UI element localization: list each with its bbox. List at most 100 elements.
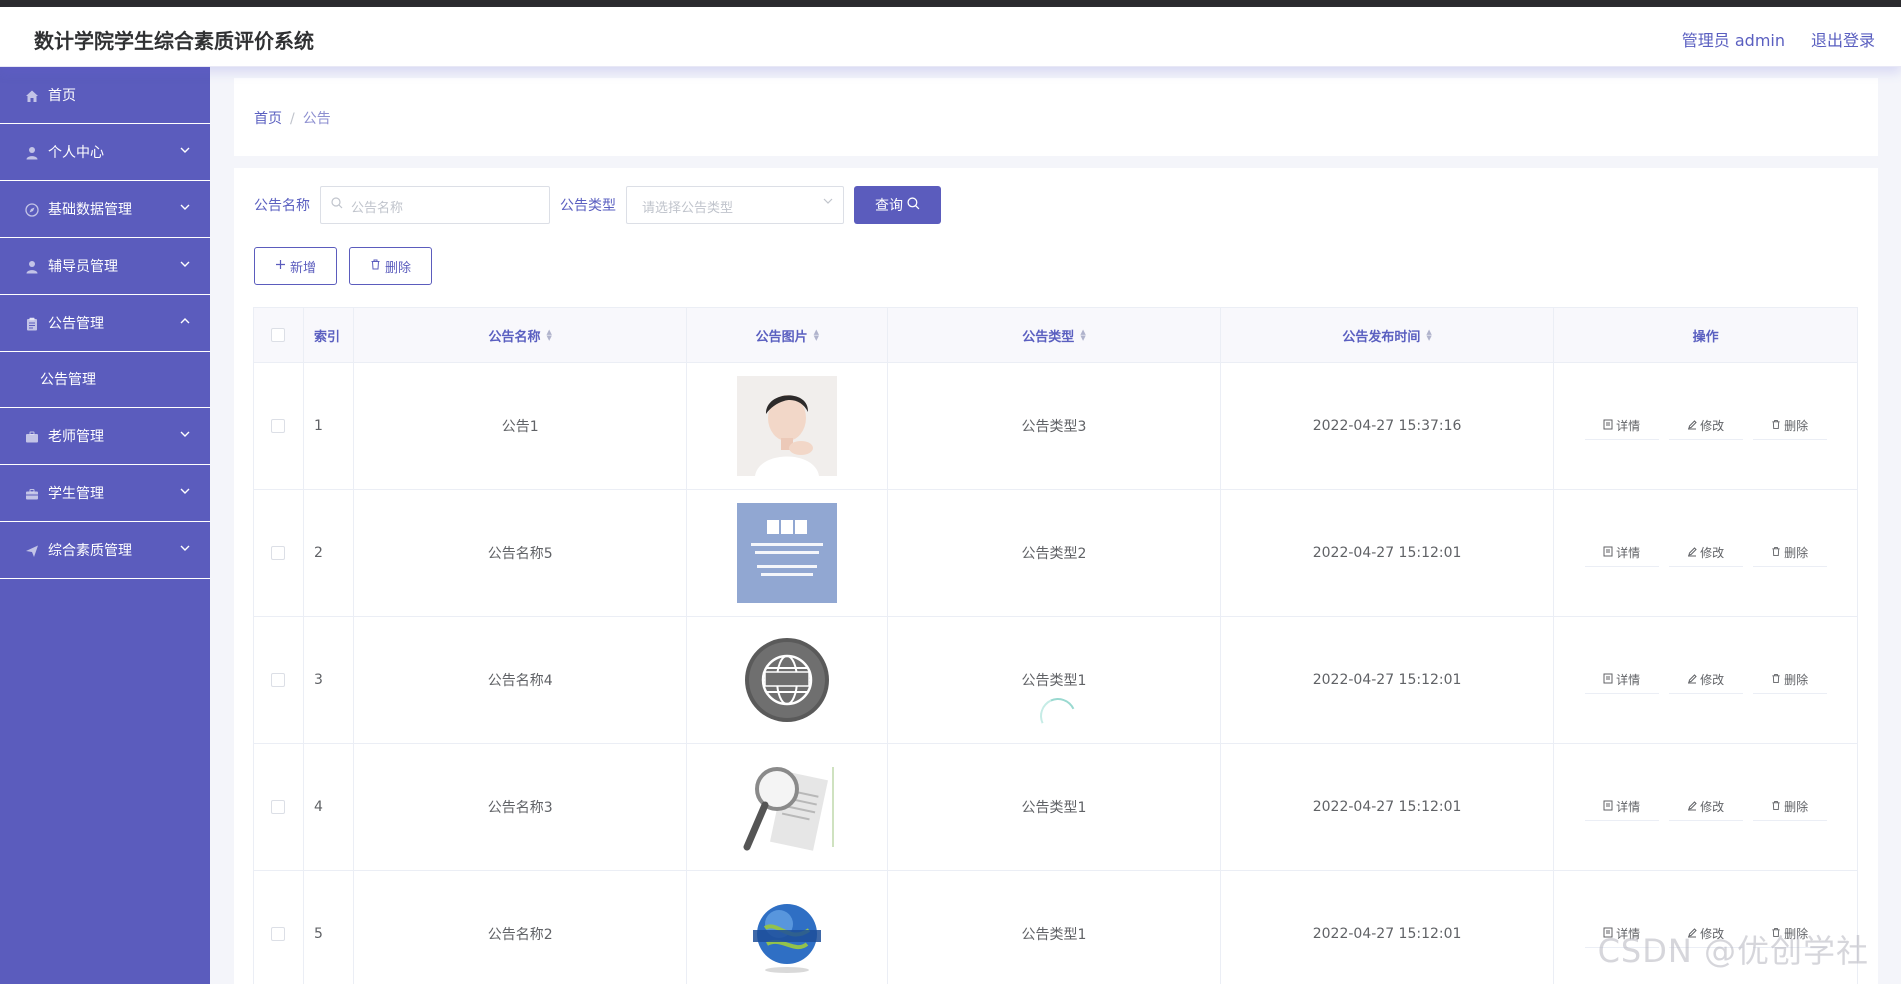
row-image-cell [687,363,889,489]
row-checkbox-cell [254,363,304,489]
sidebar-subitem-label: 公告管理 [40,372,96,388]
select-all-checkbox[interactable] [271,328,286,342]
row-image-cell [687,490,889,616]
row-delete-button-label: 删除 [1784,419,1809,433]
row-name: 公告名称3 [354,744,688,870]
table-row: 1 公告1 公告类型3 2022-04-27 15:37:16 详情 修改 删除 [254,363,1857,490]
logout-link[interactable]: 退出登录 [1811,27,1875,51]
portrait-photo-thumbnail[interactable] [737,376,838,476]
trash-icon [1771,546,1781,560]
news-globe-blue-thumbnail[interactable] [737,884,838,984]
sidebar-item-student[interactable]: 学生管理 [0,465,210,522]
delete-button[interactable]: 删除 [349,247,432,285]
news-globe-badge-thumbnail[interactable] [737,630,838,730]
header-time[interactable]: 公告发布时间 ▲ ▼ [1221,308,1555,362]
detail-button[interactable]: 详情 [1584,539,1659,567]
type-select[interactable]: 请选择公告类型 [626,186,844,224]
row-checkbox-cell [254,871,304,984]
user-label[interactable]: 管理员 admin [1682,27,1785,51]
header-index: 索引 [304,308,354,362]
row-type: 公告类型2 [888,490,1221,616]
row-checkbox-cell [254,744,304,870]
row-checkbox[interactable] [271,673,286,687]
row-name: 公告1 [354,363,688,489]
edit-button[interactable]: 修改 [1668,793,1743,821]
send-icon [24,543,39,558]
row-time: 2022-04-27 15:12:01 [1221,744,1555,870]
clipboard-icon [24,316,39,331]
chevron-down-icon [180,542,190,555]
chevron-down-icon [180,201,190,214]
header-operations: 操作 [1554,308,1857,362]
header-label: 操作 [1692,329,1719,345]
row-delete-button[interactable]: 删除 [1752,666,1827,694]
type-search-label: 公告类型 [560,198,616,214]
document-icon [1603,546,1613,560]
pencil-icon [1687,419,1697,433]
edit-button-label: 修改 [1700,546,1725,560]
bbc-world-news-thumbnail[interactable] [737,503,838,603]
sort-icon[interactable]: ▲ ▼ [814,329,819,342]
query-button[interactable]: 查询 [854,186,941,224]
row-checkbox-cell [254,617,304,743]
edit-button[interactable]: 修改 [1668,666,1743,694]
row-checkbox[interactable] [271,800,286,814]
row-delete-button[interactable]: 删除 [1752,793,1827,821]
magnifier-newspaper-thumbnail[interactable] [737,757,838,857]
trash-icon [1771,800,1781,814]
row-image-cell [687,744,889,870]
row-type: 公告类型1 [888,871,1221,984]
pencil-icon [1687,800,1697,814]
sidebar-item-announcement[interactable]: 公告管理 [0,295,210,352]
sidebar-item-personal-center[interactable]: 个人中心 [0,124,210,181]
detail-button[interactable]: 详情 [1584,666,1659,694]
sidebar-subitem-announcement[interactable]: 公告管理 [0,352,210,408]
row-checkbox[interactable] [271,927,286,941]
breadcrumb-card: 首页 / 公告 [234,78,1878,156]
row-checkbox[interactable] [271,546,286,560]
row-index: 2 [304,490,354,616]
search-icon [907,196,920,214]
compass-icon [24,202,39,217]
sort-icon[interactable]: ▲ ▼ [1426,329,1431,342]
row-delete-button-label: 删除 [1784,673,1809,687]
breadcrumb-current: 公告 [302,111,331,127]
row-index: 3 [304,617,354,743]
row-delete-button[interactable]: 删除 [1752,539,1827,567]
row-delete-button[interactable]: 删除 [1752,412,1827,440]
sidebar-item-quality[interactable]: 综合素质管理 [0,522,210,579]
sidebar-item-basic-data[interactable]: 基础数据管理 [0,181,210,238]
sort-icon[interactable]: ▲ ▼ [1080,329,1085,342]
sort-icon[interactable]: ▲ ▼ [546,329,551,342]
row-checkbox[interactable] [271,419,286,433]
sidebar-item-counselor[interactable]: 辅导员管理 [0,238,210,295]
briefcase-icon [24,429,39,444]
sidebar-item-home[interactable]: 首页 [0,67,210,124]
chevron-down-icon [823,197,833,208]
announcement-table: 索引 公告名称 ▲ ▼ 公告图片 ▲ ▼ 公告类型 ▲ ▼ 公告发布时间 ▲ ▼ 操作 1 公告… [253,307,1858,984]
watermark: CSDN @优创学社 [1597,932,1869,970]
sidebar-item-label: 学生管理 [48,486,104,502]
breadcrumb-separator: / [290,111,295,127]
add-button[interactable]: 新增 [254,247,337,285]
chevron-up-icon [180,315,190,328]
header-name[interactable]: 公告名称 ▲ ▼ [354,308,688,362]
plus-icon [275,259,286,274]
name-search-placeholder: 公告名称 [351,201,404,216]
name-search-input[interactable]: 公告名称 [320,186,550,224]
edit-button[interactable]: 修改 [1668,412,1743,440]
detail-button-label: 详情 [1616,673,1641,687]
header-image[interactable]: 公告图片 ▲ ▼ [687,308,889,362]
suitcase-icon [24,486,39,501]
edit-button[interactable]: 修改 [1668,539,1743,567]
table-row: 4 公告名称3 公告类型1 2022-04-27 15:12:01 详情 修改 [254,744,1857,871]
sidebar: 首页 个人中心 基础数据管理 辅导员管理 公告管理 公告管理 老师管理 学生管理… [0,67,210,984]
detail-button[interactable]: 详情 [1584,793,1659,821]
trash-icon [370,259,381,274]
header-type[interactable]: 公告类型 ▲ ▼ [888,308,1221,362]
sidebar-item-teacher[interactable]: 老师管理 [0,408,210,465]
row-delete-button-label: 删除 [1784,800,1809,814]
detail-button[interactable]: 详情 [1584,412,1659,440]
breadcrumb-home[interactable]: 首页 [254,111,282,127]
row-operations: 详情 修改 删除 [1554,744,1857,870]
